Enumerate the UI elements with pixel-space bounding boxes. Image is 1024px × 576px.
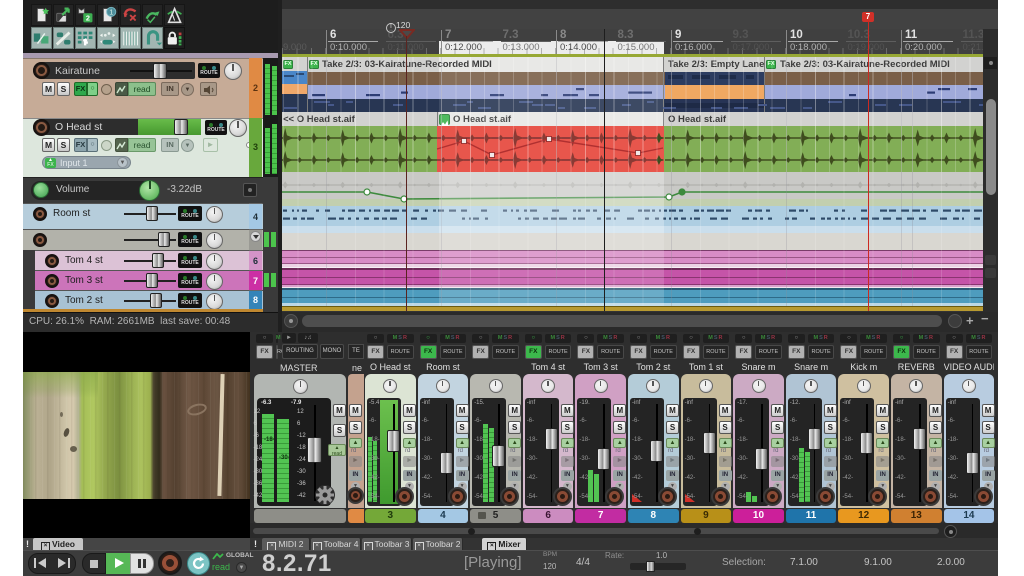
- svg-text:1: 1: [110, 7, 114, 16]
- svg-text:2: 2: [86, 13, 90, 22]
